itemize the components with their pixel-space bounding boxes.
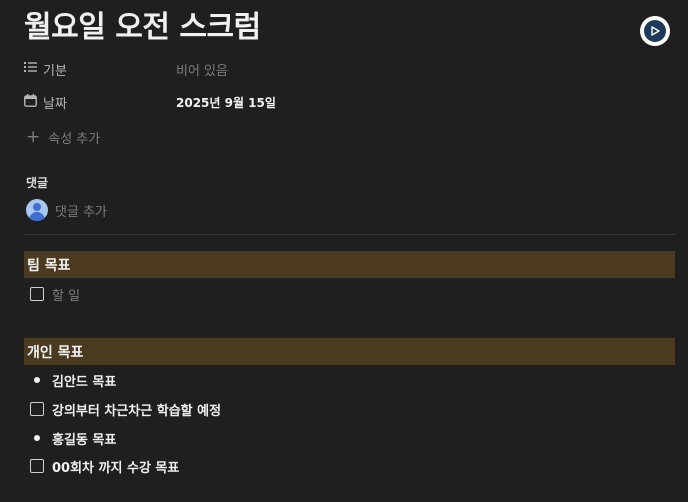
list-icon	[24, 61, 43, 77]
comments-heading: 댓글	[26, 176, 49, 190]
todo-item[interactable]: 할 일	[30, 284, 80, 304]
notion-page: 월요일 오전 스크럼 기분 비어 있음 날짜 2025년 9월 15일 + 속성…	[0, 0, 688, 502]
avatar	[26, 199, 48, 221]
calendar-icon	[24, 93, 43, 111]
property-value[interactable]: 비어 있음	[176, 60, 228, 79]
bullet-item[interactable]: 김안드 목표	[30, 370, 116, 390]
todo-text[interactable]: 강의부터 차근차근 학습할 예정	[52, 400, 221, 419]
bullet-text[interactable]: 김안드 목표	[52, 371, 116, 390]
page-title[interactable]: 월요일 오전 스크럼	[24, 8, 261, 48]
bullet-text[interactable]: 홍길동 목표	[52, 429, 116, 448]
comment-placeholder: 댓글 추가	[55, 204, 107, 220]
bullet-item[interactable]: 홍길동 목표	[30, 428, 116, 448]
todo-checkbox[interactable]	[30, 402, 44, 416]
property-key-label: 날짜	[43, 96, 67, 112]
section-heading-team-goals[interactable]: 팀 목표	[24, 251, 675, 278]
todo-checkbox[interactable]	[30, 459, 44, 473]
todo-text[interactable]: 00회차 까지 수강 목표	[52, 457, 179, 476]
property-key-label: 기분	[43, 63, 67, 79]
plus-icon: +	[26, 127, 41, 147]
divider	[24, 234, 675, 235]
todo-item[interactable]: 강의부터 차근차근 학습할 예정	[30, 399, 221, 419]
property-row-mood[interactable]: 기분 비어 있음	[24, 59, 228, 79]
assistant-icon	[644, 20, 666, 42]
todo-checkbox[interactable]	[30, 287, 44, 301]
bullet-dot	[34, 377, 40, 383]
property-key: 날짜	[24, 93, 176, 112]
section-heading-personal-goals[interactable]: 개인 목표	[24, 338, 675, 365]
comment-input[interactable]: 댓글 추가	[26, 199, 107, 221]
property-value[interactable]: 2025년 9월 15일	[176, 94, 276, 111]
property-key: 기분	[24, 60, 176, 79]
bullet-dot	[34, 435, 40, 441]
property-row-date[interactable]: 날짜 2025년 9월 15일	[24, 92, 276, 112]
section-heading-text: 팀 목표	[27, 257, 71, 274]
todo-item[interactable]: 00회차 까지 수강 목표	[30, 456, 179, 476]
assistant-button[interactable]	[640, 16, 670, 46]
todo-placeholder[interactable]: 할 일	[52, 285, 80, 304]
add-property-button[interactable]: + 속성 추가	[26, 127, 101, 148]
add-property-label: 속성 추가	[48, 132, 101, 147]
section-heading-text: 개인 목표	[27, 344, 84, 361]
